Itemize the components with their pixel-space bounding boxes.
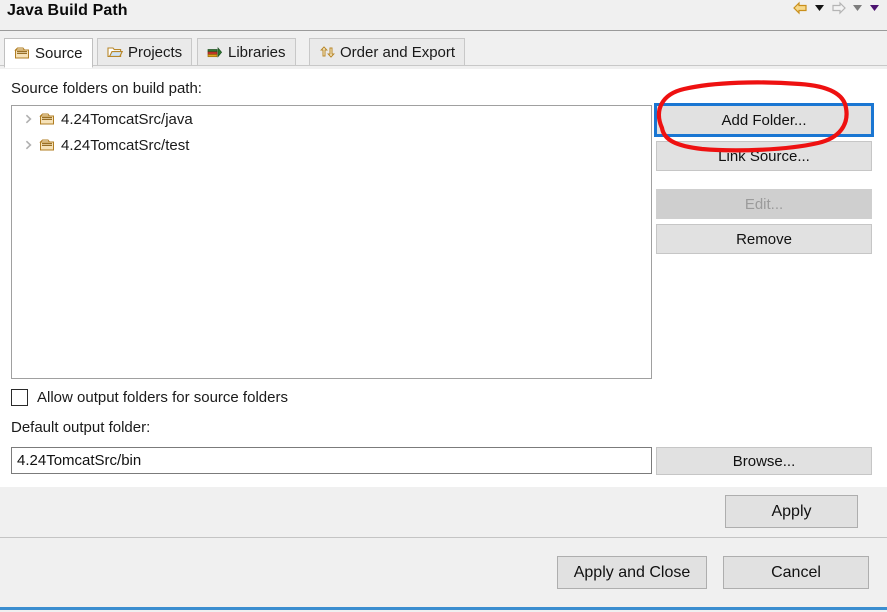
- list-item[interactable]: 4.24TomcatSrc/java: [12, 106, 651, 132]
- chevron-right-icon[interactable]: [23, 112, 33, 126]
- tab-source[interactable]: Source: [4, 38, 93, 68]
- open-folder-icon: [107, 44, 124, 60]
- package-folder-icon: [14, 45, 30, 61]
- allow-output-folders-label: Allow output folders for source folders: [37, 389, 288, 406]
- list-item[interactable]: 4.24TomcatSrc/test: [12, 132, 651, 158]
- tab-label: Libraries: [228, 43, 286, 61]
- chevron-down-purple-icon[interactable]: [868, 1, 881, 18]
- package-folder-icon: [39, 111, 55, 127]
- link-source-button[interactable]: Link Source...: [656, 141, 872, 171]
- dialog-titlebar: Java Build Path: [0, 0, 887, 31]
- page-title: Java Build Path: [7, 2, 128, 19]
- source-folders-list[interactable]: 4.24TomcatSrc/java 4.24TomcatSrc/test: [11, 105, 652, 379]
- cancel-button[interactable]: Cancel: [723, 556, 869, 589]
- back-arrow-icon[interactable]: [792, 1, 809, 19]
- apply-button[interactable]: Apply: [725, 495, 858, 528]
- chevron-down-icon[interactable]: [851, 1, 864, 18]
- apply-strip: Apply: [0, 487, 887, 537]
- tab-libraries[interactable]: Libraries: [197, 38, 296, 66]
- default-output-folder-input[interactable]: [11, 447, 652, 474]
- add-folder-button[interactable]: Add Folder...: [654, 103, 874, 137]
- tab-label: Source: [35, 44, 83, 62]
- chevron-right-icon[interactable]: [23, 138, 33, 152]
- apply-and-close-button[interactable]: Apply and Close: [557, 556, 707, 589]
- list-item-label: 4.24TomcatSrc/java: [61, 110, 193, 128]
- order-arrows-icon: [319, 44, 335, 60]
- chevron-down-icon[interactable]: [813, 1, 826, 18]
- list-item-label: 4.24TomcatSrc/test: [61, 136, 190, 154]
- source-tab-panel: Source folders on build path: 4.24Tomcat…: [0, 69, 887, 487]
- browse-button[interactable]: Browse...: [656, 447, 872, 475]
- allow-output-folders-checkbox[interactable]: [11, 389, 28, 406]
- remove-button[interactable]: Remove: [656, 224, 872, 254]
- tab-bar-underline: [0, 65, 887, 66]
- titlebar-divider: [0, 30, 887, 31]
- tab-bar: Source Projects Libraries Order and Expo…: [0, 38, 887, 69]
- package-folder-icon: [39, 137, 55, 153]
- source-folders-label: Source folders on build path:: [11, 80, 202, 97]
- default-output-folder-label: Default output folder:: [11, 419, 151, 436]
- titlebar-nav-cluster: [792, 1, 881, 18]
- tab-label: Projects: [128, 43, 183, 61]
- tab-label: Order and Export: [340, 43, 456, 61]
- allow-output-folders-checkbox-row[interactable]: Allow output folders for source folders: [11, 389, 288, 406]
- tab-order-and-export[interactable]: Order and Export: [309, 38, 466, 66]
- edit-button: Edit...: [656, 189, 872, 219]
- books-icon: [207, 44, 223, 60]
- tab-projects[interactable]: Projects: [97, 38, 193, 66]
- forward-arrow-icon[interactable]: [830, 1, 847, 19]
